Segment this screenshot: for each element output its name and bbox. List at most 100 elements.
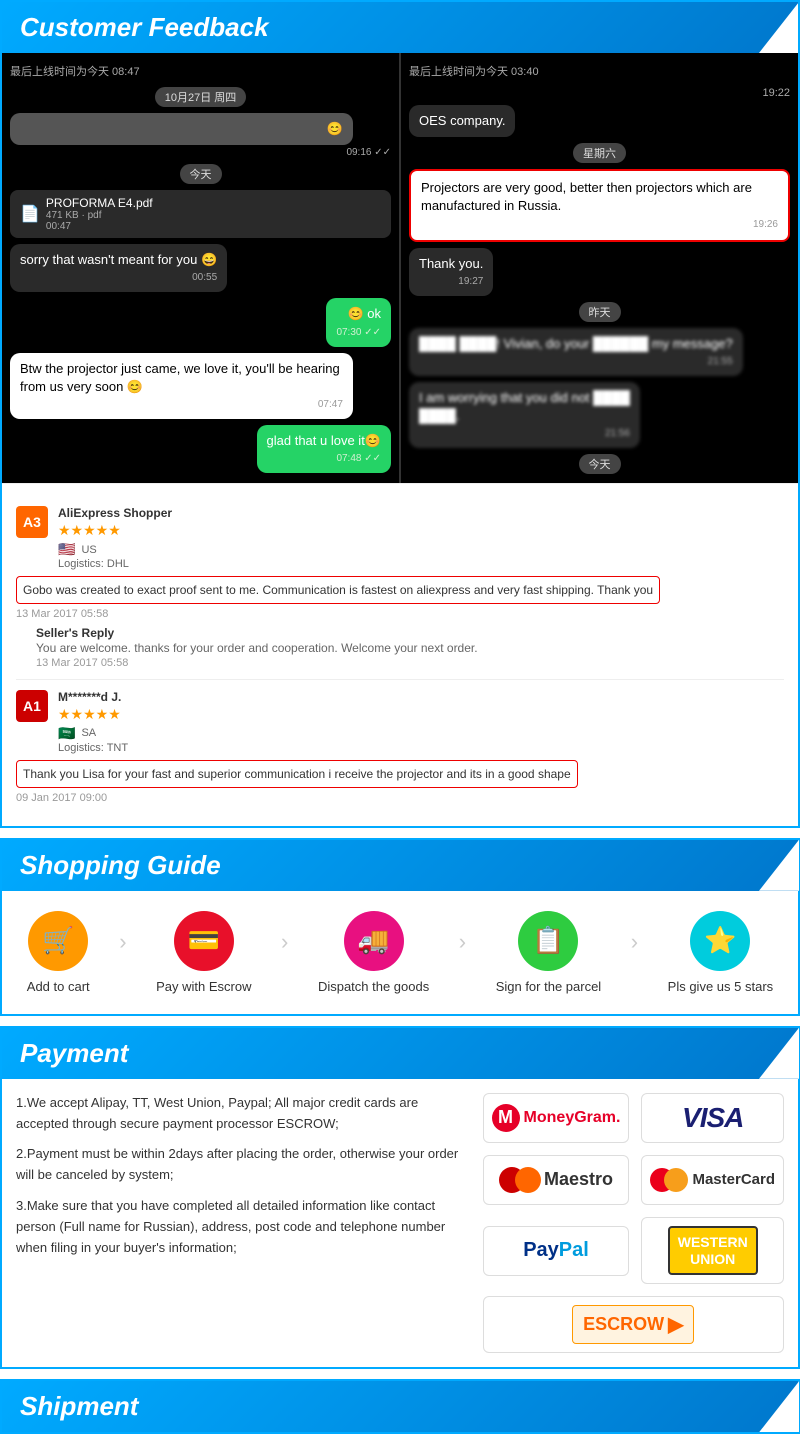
mc-circles: [650, 1168, 688, 1192]
arrow-4: ›: [631, 929, 638, 955]
chat-right-panel: 最后上线时间为今天 03:40 19:22 OES company. 星期六 P…: [401, 53, 798, 483]
reviewer-1-flag: 🇺🇸: [58, 541, 75, 558]
file-time: 00:47: [46, 221, 153, 232]
review-1-text: Gobo was created to exact proof sent to …: [16, 576, 660, 604]
paypal-text: PayPal: [523, 1239, 589, 1262]
escrow-pay-icon: 💳: [174, 911, 234, 971]
shipment-header: Shipment: [2, 1381, 798, 1432]
seller-reply-text: You are welcome. thanks for your order a…: [36, 640, 784, 657]
cart-icon: 🛒: [28, 911, 88, 971]
seller-reply-label: Seller's Reply: [36, 626, 784, 640]
today-label: 今天: [180, 164, 222, 184]
maestro-text: Maestro: [499, 1167, 613, 1193]
bubble-glad: glad that u love it😊 07:48 ✓✓: [257, 425, 391, 473]
time-1: 09:16 ✓✓: [10, 147, 391, 158]
chat-screenshots: 最后上线时间为今天 08:47 10月27日 周四 😊 09:16 ✓✓ 今天 …: [2, 53, 798, 483]
bubble-company: OES company.: [409, 105, 515, 137]
chat-left-panel: 最后上线时间为今天 08:47 10月27日 周四 😊 09:16 ✓✓ 今天 …: [2, 53, 399, 483]
step-five-stars: ⭐ Pls give us 5 stars: [668, 911, 774, 994]
shopping-guide-title: Shopping Guide: [20, 850, 221, 881]
reviewer-1-stars: ★★★★★: [58, 522, 784, 539]
seller-reply-1: Seller's Reply You are welcome. thanks f…: [36, 626, 784, 669]
steps-area: 🛒 Add to cart › 💳 Pay with Escrow › 🚚 Di…: [2, 891, 798, 1014]
shopping-guide-header: Shopping Guide: [2, 840, 798, 891]
weekday-label: 星期六: [573, 143, 626, 163]
payment-section: Payment 1.We accept Alipay, TT, West Uni…: [0, 1026, 800, 1370]
step-3-label: Dispatch the goods: [318, 979, 429, 994]
shipment-title: Shipment: [20, 1391, 138, 1422]
file-bubble: 📄 PROFORMA E4.pdf 471 KB · pdf 00:47: [10, 190, 391, 238]
payment-point-2: 2.Payment must be within 2days after pla…: [16, 1144, 467, 1186]
review-1-date: 13 Mar 2017 05:58: [16, 608, 784, 620]
pp-pay: Pay: [523, 1239, 559, 1261]
reviewer-1-name: AliExpress Shopper: [58, 506, 784, 520]
reviewer-2-country: SA: [81, 727, 96, 739]
step-pay-escrow: 💳 Pay with Escrow: [156, 911, 251, 994]
payment-title: Payment: [20, 1038, 128, 1069]
customer-feedback-header: Customer Feedback: [2, 2, 798, 53]
paypal-logo: PayPal: [483, 1226, 630, 1276]
chat-right-meta: 最后上线时间为今天 03:40: [409, 61, 790, 81]
moneygram-text: M MoneyGram.: [492, 1104, 621, 1132]
reviewer-2-name: M*******d J.: [58, 690, 784, 704]
review-item-2: A1 M*******d J. ★★★★★ 🇸🇦 SA Logistics: T…: [16, 680, 784, 814]
reviews-area: A3 AliExpress Shopper ★★★★★ 🇺🇸 US Logist…: [2, 483, 798, 826]
avatar-2: A1: [16, 690, 48, 722]
western-union-text: WESTERNUNION: [668, 1226, 758, 1276]
reviewer-2-info: M*******d J. ★★★★★ 🇸🇦 SA Logistics: TNT: [58, 690, 784, 754]
reviewer-1-country: US: [81, 544, 96, 556]
shopping-guide-section: Shopping Guide 🛒 Add to cart › 💳 Pay wit…: [0, 838, 800, 1016]
arrow-3: ›: [459, 929, 466, 955]
avatar-1: A3: [16, 506, 48, 538]
visa-logo: VISA: [641, 1093, 784, 1143]
western-union-logo: WESTERNUNION: [641, 1217, 784, 1285]
shipment-section: Shipment: [0, 1379, 800, 1434]
maestro-logo: Maestro: [483, 1155, 630, 1205]
step-5-label: Pls give us 5 stars: [668, 979, 774, 994]
step-2-label: Pay with Escrow: [156, 979, 251, 994]
sign-icon: 📋: [518, 911, 578, 971]
customer-feedback-title: Customer Feedback: [20, 12, 269, 43]
bubble-ok: 😊 ok 07:30 ✓✓: [326, 298, 391, 346]
pdf-icon: 📄: [20, 204, 40, 224]
reviewer-2-stars: ★★★★★: [58, 706, 784, 723]
step-1-label: Add to cart: [27, 979, 90, 994]
chat-date-1: 10月27日 周四: [155, 87, 247, 107]
bubble-thanks: Thank you. 19:27: [409, 248, 493, 296]
bubble-blurred-1: ████ ████! Vivian, do your ██████ my mes…: [409, 328, 743, 376]
escrow-logo: ESCROW▶: [483, 1296, 784, 1353]
step-add-to-cart: 🛒 Add to cart: [27, 911, 90, 994]
review-item-1: A3 AliExpress Shopper ★★★★★ 🇺🇸 US Logist…: [16, 496, 784, 680]
chat-left-meta: 最后上线时间为今天 08:47: [10, 61, 391, 81]
review-2-header: A1 M*******d J. ★★★★★ 🇸🇦 SA Logistics: T…: [16, 690, 784, 754]
arrow-1: ›: [119, 929, 126, 955]
mastercard-text: MasterCard: [650, 1168, 775, 1192]
visa-text: VISA: [682, 1102, 743, 1134]
arrow-2: ›: [281, 929, 288, 955]
step-sign-parcel: 📋 Sign for the parcel: [496, 911, 602, 994]
reviewer-1-info: AliExpress Shopper ★★★★★ 🇺🇸 US Logistics…: [58, 506, 784, 570]
review-1-header: A3 AliExpress Shopper ★★★★★ 🇺🇸 US Logist…: [16, 506, 784, 570]
maestro-circles: [499, 1167, 541, 1193]
step-dispatch: 🚚 Dispatch the goods: [318, 911, 429, 994]
moneygram-logo: M MoneyGram.: [483, 1093, 630, 1143]
star-icon: ⭐: [690, 911, 750, 971]
pp-pal: Pal: [559, 1239, 589, 1261]
step-4-label: Sign for the parcel: [496, 979, 602, 994]
seller-reply-date: 13 Mar 2017 05:58: [36, 657, 784, 669]
file-name: PROFORMA E4.pdf: [46, 196, 153, 210]
reviewer-2-logistics: Logistics: TNT: [58, 742, 784, 754]
reviewer-1-logistics: Logistics: DHL: [58, 558, 784, 570]
payment-logos: M MoneyGram. VISA Maestro: [483, 1093, 784, 1354]
payment-content: 1.We accept Alipay, TT, West Union, Payp…: [2, 1079, 798, 1368]
review-2-date: 09 Jan 2017 09:00: [16, 792, 784, 804]
payment-header: Payment: [2, 1028, 798, 1079]
truck-icon: 🚚: [344, 911, 404, 971]
payment-point-1: 1.We accept Alipay, TT, West Union, Payp…: [16, 1093, 467, 1135]
yesterday-label: 昨天: [579, 302, 621, 322]
moneygram-icon: M: [492, 1104, 520, 1132]
today-right-label: 今天: [579, 454, 621, 474]
bubble-projector-arrived: Btw the projector just came, we love it,…: [10, 353, 353, 419]
maestro-orange-circle: [515, 1167, 541, 1193]
file-size: 471 KB · pdf: [46, 210, 153, 221]
